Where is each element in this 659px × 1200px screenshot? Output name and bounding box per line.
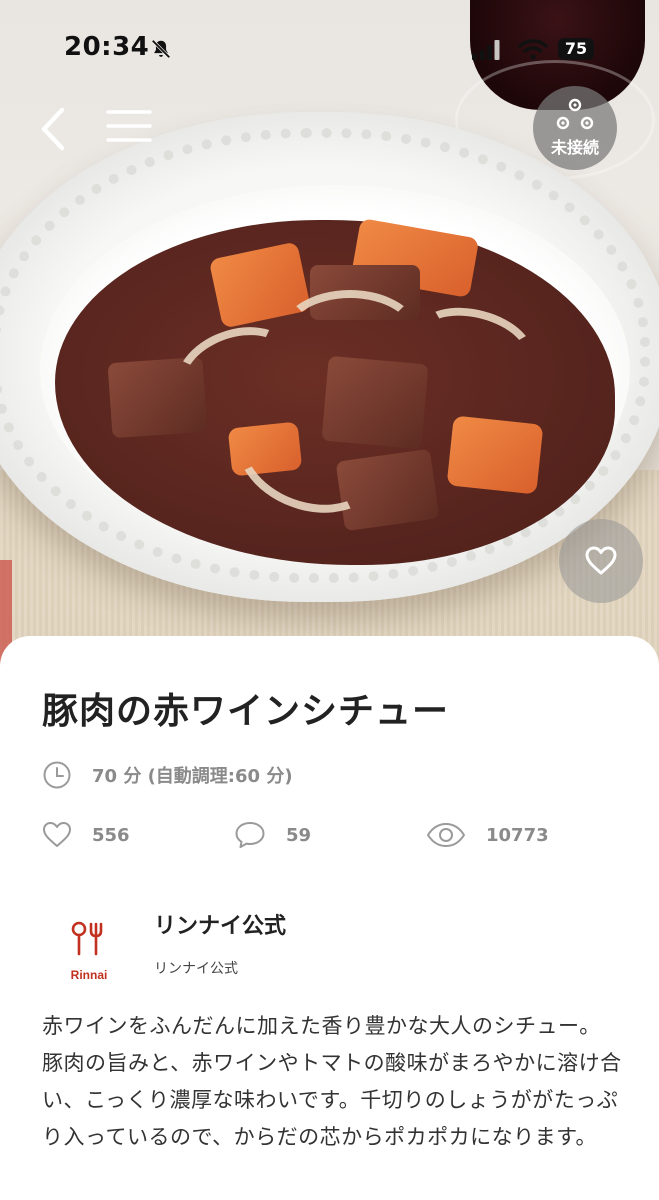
- recipe-title: 豚肉の赤ワインシチュー: [42, 691, 450, 732]
- likes-stat[interactable]: 556: [42, 820, 130, 850]
- views-stat: 10773: [426, 820, 549, 850]
- battery-indicator: 75: [558, 38, 594, 60]
- recipe-detail-sheet: 豚肉の赤ワインシチュー 70 分 (自動調理:60 分) 556 59 1077…: [0, 636, 659, 1200]
- views-count: 10773: [486, 824, 549, 846]
- favorite-button[interactable]: [559, 519, 643, 603]
- menu-button[interactable]: [104, 104, 154, 148]
- cook-time: 70 分 (自動調理:60 分): [92, 766, 293, 787]
- rinnai-logo: Rinnai: [62, 918, 116, 988]
- wifi-icon: [518, 39, 548, 60]
- carrot-piece: [446, 415, 544, 495]
- fork-knife-icon: [71, 921, 103, 956]
- author-subtitle: リンナイ公式: [154, 961, 238, 977]
- recipe-description: 赤ワインをふんだんに加えた香り豊かな大人のシチュー。豚肉の旨みと、赤ワインやトマ…: [42, 1014, 622, 1149]
- comments-stat[interactable]: 59: [234, 820, 311, 850]
- signal-icon: [472, 40, 500, 60]
- clock-icon: [43, 761, 71, 789]
- logo-wordmark: Rinnai: [70, 968, 108, 982]
- onion-slice: [280, 290, 420, 380]
- bell-muted-icon: [151, 39, 171, 59]
- status-bar: 20:34 75: [0, 28, 659, 68]
- hamburger-menu-icon: [106, 110, 152, 142]
- appliance-connection-button[interactable]: 未接続: [533, 86, 617, 170]
- heart-outline-icon: [43, 822, 71, 847]
- onion-slice: [407, 295, 543, 395]
- chevron-left-icon: [41, 107, 65, 151]
- likes-count: 556: [92, 824, 130, 846]
- author-card[interactable]: Rinnai リンナイ公式 リンナイ公式: [42, 906, 622, 996]
- author-name: リンナイ公式: [154, 914, 287, 939]
- cook-time-row: 70 分 (自動調理:60 分): [42, 760, 293, 790]
- speech-bubble-icon: [235, 822, 265, 848]
- appliance-link-icon: [556, 98, 594, 130]
- back-button[interactable]: [30, 102, 80, 156]
- connection-status-label: 未接続: [550, 138, 599, 157]
- eye-icon: [427, 823, 465, 847]
- status-time: 20:34: [64, 32, 150, 62]
- comments-count: 59: [286, 824, 312, 846]
- heart-icon: [585, 546, 617, 575]
